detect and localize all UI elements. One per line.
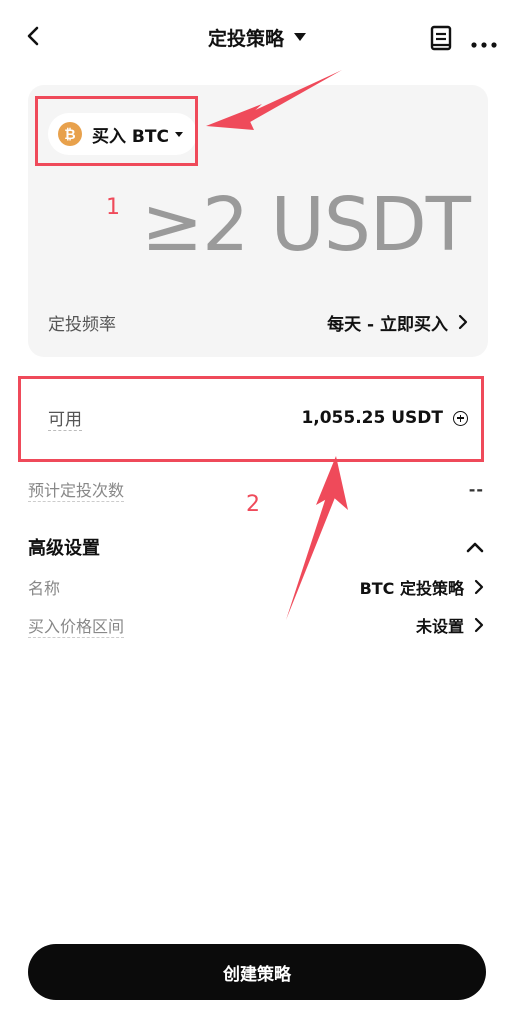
document-icon	[430, 25, 452, 51]
document-button[interactable]	[428, 24, 454, 52]
strategy-name-label: 名称	[28, 579, 61, 598]
annotation-box-1	[35, 96, 198, 166]
caret-down-icon	[294, 33, 306, 41]
advanced-settings-toggle[interactable]: 高级设置	[28, 532, 484, 562]
frequency-value: 每天 - 立即买入	[327, 314, 448, 335]
more-icon	[471, 42, 497, 48]
advanced-settings-title: 高级设置	[28, 538, 100, 559]
strategy-name-row[interactable]: 名称 BTC 定投策略	[28, 572, 484, 602]
chevron-right-icon	[458, 314, 468, 330]
price-range-row[interactable]: 买入价格区间 未设置	[28, 610, 484, 640]
price-range-value: 未设置	[415, 617, 464, 636]
chevron-up-icon	[466, 542, 484, 553]
create-strategy-button[interactable]: 创建策略	[28, 944, 486, 1000]
price-range-label: 买入价格区间	[28, 613, 125, 638]
annotation-label-1: 1	[106, 195, 120, 220]
estimated-count-label: 预计定投次数	[28, 477, 125, 502]
chevron-right-icon	[474, 579, 484, 595]
frequency-label: 定投频率	[48, 314, 116, 335]
frequency-row[interactable]: 定投频率 每天 - 立即买入	[48, 306, 468, 338]
page-title: 定投策略	[207, 27, 284, 50]
annotation-box-2	[18, 376, 484, 462]
annotation-label-2: 2	[246, 492, 260, 517]
amount-input[interactable]: ≥2 USDT	[141, 182, 471, 268]
estimated-count-value: --	[468, 479, 484, 499]
more-button[interactable]	[470, 34, 498, 48]
chevron-right-icon	[474, 617, 484, 633]
strategy-name-value: BTC 定投策略	[359, 579, 464, 598]
